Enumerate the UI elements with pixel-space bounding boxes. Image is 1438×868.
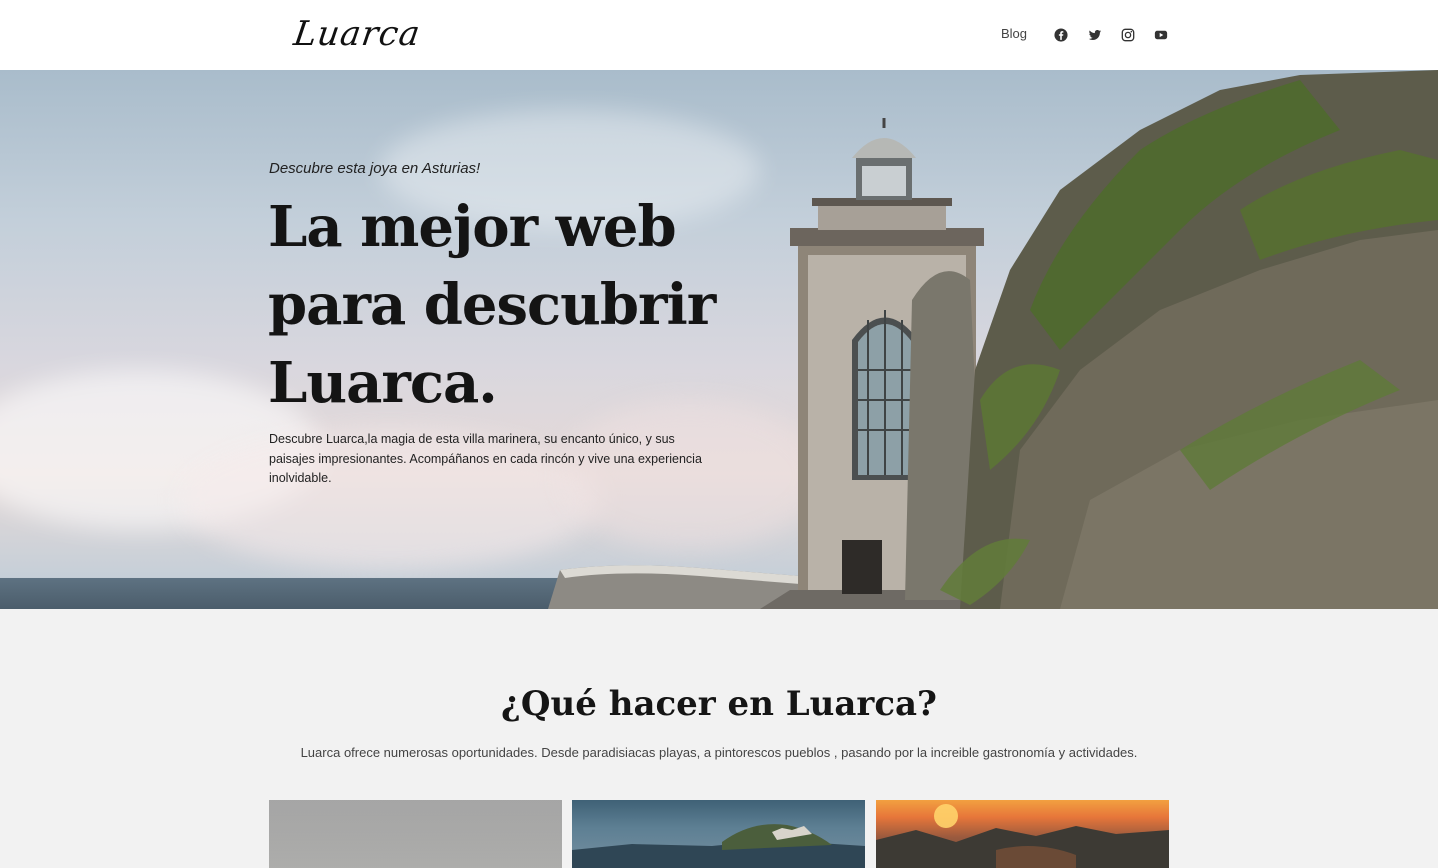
activity-card[interactable] xyxy=(876,800,1169,868)
card-image xyxy=(269,800,562,868)
hero-kicker: Descubre esta joya en Asturias! xyxy=(269,160,481,177)
hero-banner: Descubre esta joya en Asturias! La mejor… xyxy=(0,70,1438,609)
activity-card[interactable] xyxy=(269,800,562,868)
twitter-icon[interactable] xyxy=(1087,27,1103,43)
nav-link-blog[interactable]: Blog xyxy=(1001,26,1027,41)
site-logo[interactable]: Luarca xyxy=(291,8,423,60)
youtube-icon[interactable] xyxy=(1153,27,1169,43)
instagram-icon[interactable] xyxy=(1120,27,1136,43)
section-title: ¿Qué hacer en Luarca? xyxy=(501,684,937,724)
logo-text: Luarca xyxy=(291,14,424,54)
section-subtitle: Luarca ofrece numerosas oportunidades. D… xyxy=(300,745,1138,760)
card-image xyxy=(572,824,865,868)
activity-card[interactable] xyxy=(572,800,865,868)
hero-description: Descubre Luarca,la magia de esta villa m… xyxy=(269,432,702,485)
card-image xyxy=(876,804,1169,868)
site-header: Luarca Blog xyxy=(0,0,1438,70)
hero-title: La mejor web para descubrir Luarca. xyxy=(268,194,716,416)
facebook-icon[interactable] xyxy=(1053,27,1069,43)
